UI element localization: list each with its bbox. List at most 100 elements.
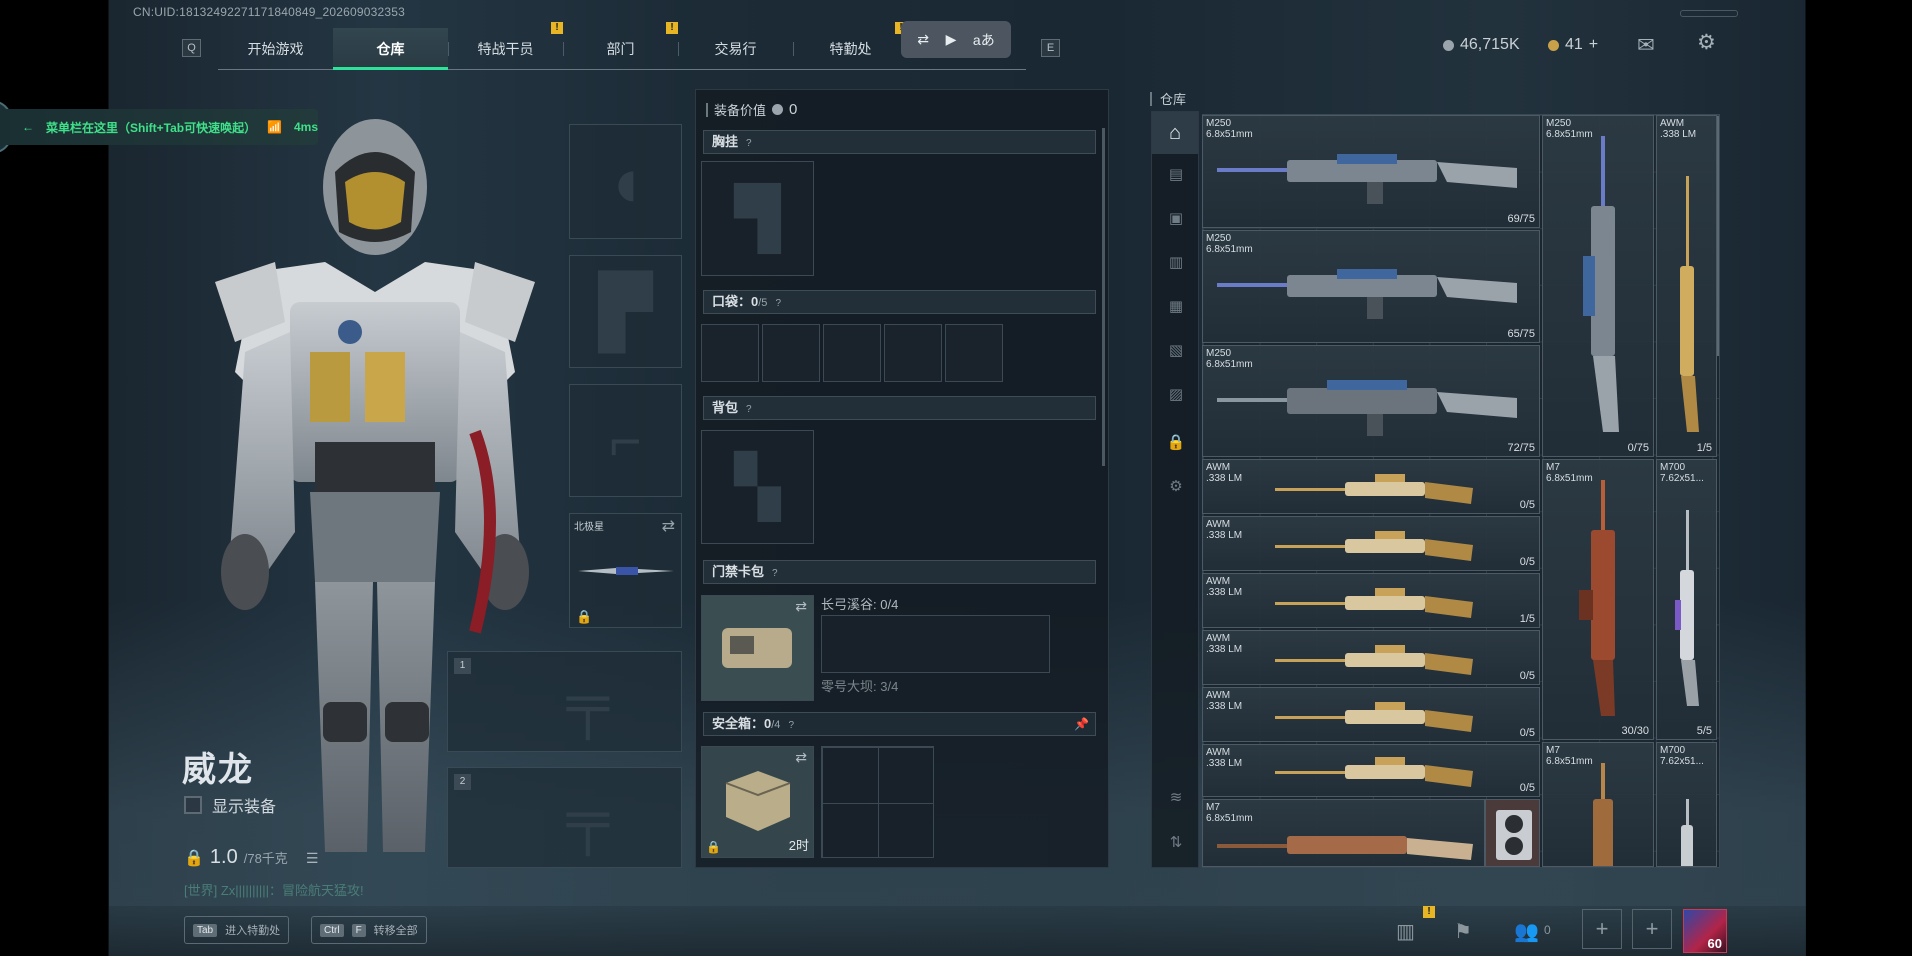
list-icon[interactable]: ☰: [306, 850, 319, 867]
stash-item-m250[interactable]: M250 6.8x51mm 72/75: [1202, 345, 1540, 457]
tab-trade[interactable]: 交易行: [678, 28, 793, 70]
pocket-slot[interactable]: [823, 324, 881, 382]
lock-icon[interactable]: 🔒: [1164, 432, 1188, 454]
mail-icon[interactable]: ✉: [1637, 33, 1655, 58]
show-equipment-checkbox[interactable]: [184, 796, 202, 814]
key-hint-q[interactable]: Q: [182, 39, 201, 57]
tab-divider: [793, 42, 794, 56]
gold-currency: 41 +: [1548, 36, 1598, 54]
stash-item-gpu[interactable]: [1485, 799, 1540, 867]
stash-item-m250[interactable]: M250 6.8x51mm 65/75: [1202, 230, 1540, 343]
pocket-slot[interactable]: [884, 324, 942, 382]
enter-special-ops-button[interactable]: Tab 进入特勤处: [184, 916, 290, 944]
add-teammate-button[interactable]: +: [1582, 909, 1622, 949]
pin-icon[interactable]: 📌: [1074, 713, 1089, 735]
settings-category-icon[interactable]: ⚙: [1164, 476, 1188, 498]
overlay-toolbar: ⇄ ▶ aあ: [901, 21, 1011, 58]
swap-icon[interactable]: ⇄: [795, 749, 807, 766]
backpack-slot[interactable]: ▚: [701, 430, 814, 544]
key-hint-e[interactable]: E: [1041, 39, 1060, 57]
stash-item-awm[interactable]: AWM .338 LM 0/5: [1202, 459, 1540, 514]
item-name: M700 7.62x51...: [1660, 462, 1704, 484]
screen-switch-icon[interactable]: ⇄: [917, 31, 929, 48]
help-icon[interactable]: ?: [788, 715, 794, 737]
sniper-rifle-icon: [1680, 176, 1699, 432]
stats-icon[interactable]: ▥: [1396, 919, 1415, 944]
stash-item-m700-vertical[interactable]: M700 7.62x51... 5/5: [1656, 459, 1717, 740]
helmet-slot[interactable]: ◖: [569, 124, 682, 239]
keycard-map-1: 长弓溪谷: 0/4: [821, 597, 899, 612]
item-name: AWM .338 LM: [1206, 462, 1243, 484]
add-currency-button[interactable]: +: [1589, 36, 1598, 54]
sniper-rifle-icon: [1681, 799, 1693, 866]
flag-icon[interactable]: ⚑: [1454, 919, 1472, 944]
operator-name: 威龙: [182, 751, 254, 789]
tab-stash[interactable]: 仓库: [333, 28, 448, 70]
arrow-left-icon: ←: [22, 120, 34, 134]
armor-slot[interactable]: ▛: [569, 255, 682, 368]
gear-icon[interactable]: ⚙: [1697, 30, 1716, 55]
sort-icon[interactable]: ⇅: [1164, 832, 1188, 854]
help-icon[interactable]: ?: [775, 293, 781, 315]
show-equipment-toggle[interactable]: 显示装备: [184, 793, 276, 817]
world-chat-line[interactable]: [世界] Zx||||||||||：冒险航天猛攻!: [184, 880, 364, 899]
medical-category-icon[interactable]: ▦: [1164, 296, 1188, 318]
stash-item-awm-vertical[interactable]: AWM .338 LM 1/5: [1656, 115, 1717, 457]
stash-item-m250[interactable]: M250 6.8x51mm 69/75: [1202, 115, 1540, 228]
stash-item-m7[interactable]: M7 6.8x51mm: [1202, 799, 1485, 867]
tab-department[interactable]: 部门: [563, 28, 678, 70]
stash-item-m700-vertical[interactable]: M700 7.62x51...: [1656, 742, 1717, 867]
add-teammate-button[interactable]: +: [1632, 909, 1672, 949]
tab-operators[interactable]: 特战干员: [448, 28, 563, 70]
swap-icon[interactable]: ⇄: [662, 516, 675, 536]
item-name: AWM .338 LM: [1660, 118, 1697, 140]
player-avatar[interactable]: 60: [1683, 909, 1727, 953]
keycard-case-item[interactable]: ⇄: [701, 595, 814, 701]
weight-value: 1.0: [209, 846, 238, 868]
sniper-rifle-icon: [1675, 510, 1699, 706]
transfer-all-button[interactable]: Ctrl F 转移全部: [311, 916, 427, 944]
tab-special-ops[interactable]: 特勤处: [793, 28, 908, 70]
chest-rig-header: 胸挂?: [703, 130, 1096, 154]
video-capture-icon[interactable]: ▶: [946, 31, 957, 48]
item-durability: 0/5: [1519, 727, 1535, 739]
all-items-icon[interactable]: ⌂: [1152, 112, 1198, 154]
safebox-item[interactable]: ⇄ 🔒 2时: [701, 746, 814, 858]
melee-slot[interactable]: 北极星 ⇄ 🔒: [569, 513, 682, 628]
keycard-slots[interactable]: [821, 615, 1050, 673]
stash-item-awm[interactable]: AWM .338 LM 0/5: [1202, 744, 1540, 797]
weapons-category-icon[interactable]: ▤: [1164, 164, 1188, 186]
equipment-scrollbar[interactable]: [1102, 128, 1105, 466]
stash-item-awm[interactable]: AWM .338 LM 0/5: [1202, 630, 1540, 685]
notification-badge: !: [551, 22, 563, 34]
primary-weapon-slot-1[interactable]: 1 ╤: [447, 651, 682, 752]
pocket-slot[interactable]: [945, 324, 1003, 382]
keycard-case-icon: [722, 628, 792, 668]
stash-item-m7-vertical[interactable]: M7 6.8x51mm: [1542, 742, 1654, 867]
stash-item-m250-vertical[interactable]: M250 6.8x51mm 0/75: [1542, 115, 1654, 457]
layers-icon[interactable]: ≋: [1164, 787, 1188, 809]
chest-rig-slot[interactable]: ▜: [701, 161, 814, 276]
ammo-category-icon[interactable]: ▥: [1164, 252, 1188, 274]
help-icon[interactable]: ?: [772, 563, 778, 585]
safebox-slots[interactable]: [821, 746, 934, 858]
swap-icon[interactable]: ⇄: [795, 598, 807, 615]
stash-item-awm[interactable]: AWM .338 LM 1/5: [1202, 573, 1540, 628]
help-icon[interactable]: ?: [746, 399, 752, 421]
pocket-slot[interactable]: [701, 324, 759, 382]
primary-weapon-slot-2[interactable]: 2 ╤: [447, 767, 682, 868]
materials-category-icon[interactable]: ▧: [1164, 340, 1188, 362]
help-icon[interactable]: ?: [746, 133, 752, 155]
tab-start-game[interactable]: 开始游戏: [218, 28, 333, 70]
stash-item-awm[interactable]: AWM .338 LM 0/5: [1202, 516, 1540, 571]
backpack-label: 背包: [712, 400, 739, 415]
melee-label: 北极星: [574, 522, 604, 533]
armor-category-icon[interactable]: ▣: [1164, 208, 1188, 230]
misc-category-icon[interactable]: ▨: [1164, 384, 1188, 406]
stash-item-awm[interactable]: AWM .338 LM 0/5: [1202, 687, 1540, 742]
sidearm-slot[interactable]: ⌐: [569, 384, 682, 497]
translate-icon[interactable]: aあ: [973, 30, 995, 50]
stash-item-m7-vertical[interactable]: M7 6.8x51mm 30/30: [1542, 459, 1654, 740]
friends-icon[interactable]: 👥: [1514, 919, 1539, 944]
pocket-slot[interactable]: [762, 324, 820, 382]
